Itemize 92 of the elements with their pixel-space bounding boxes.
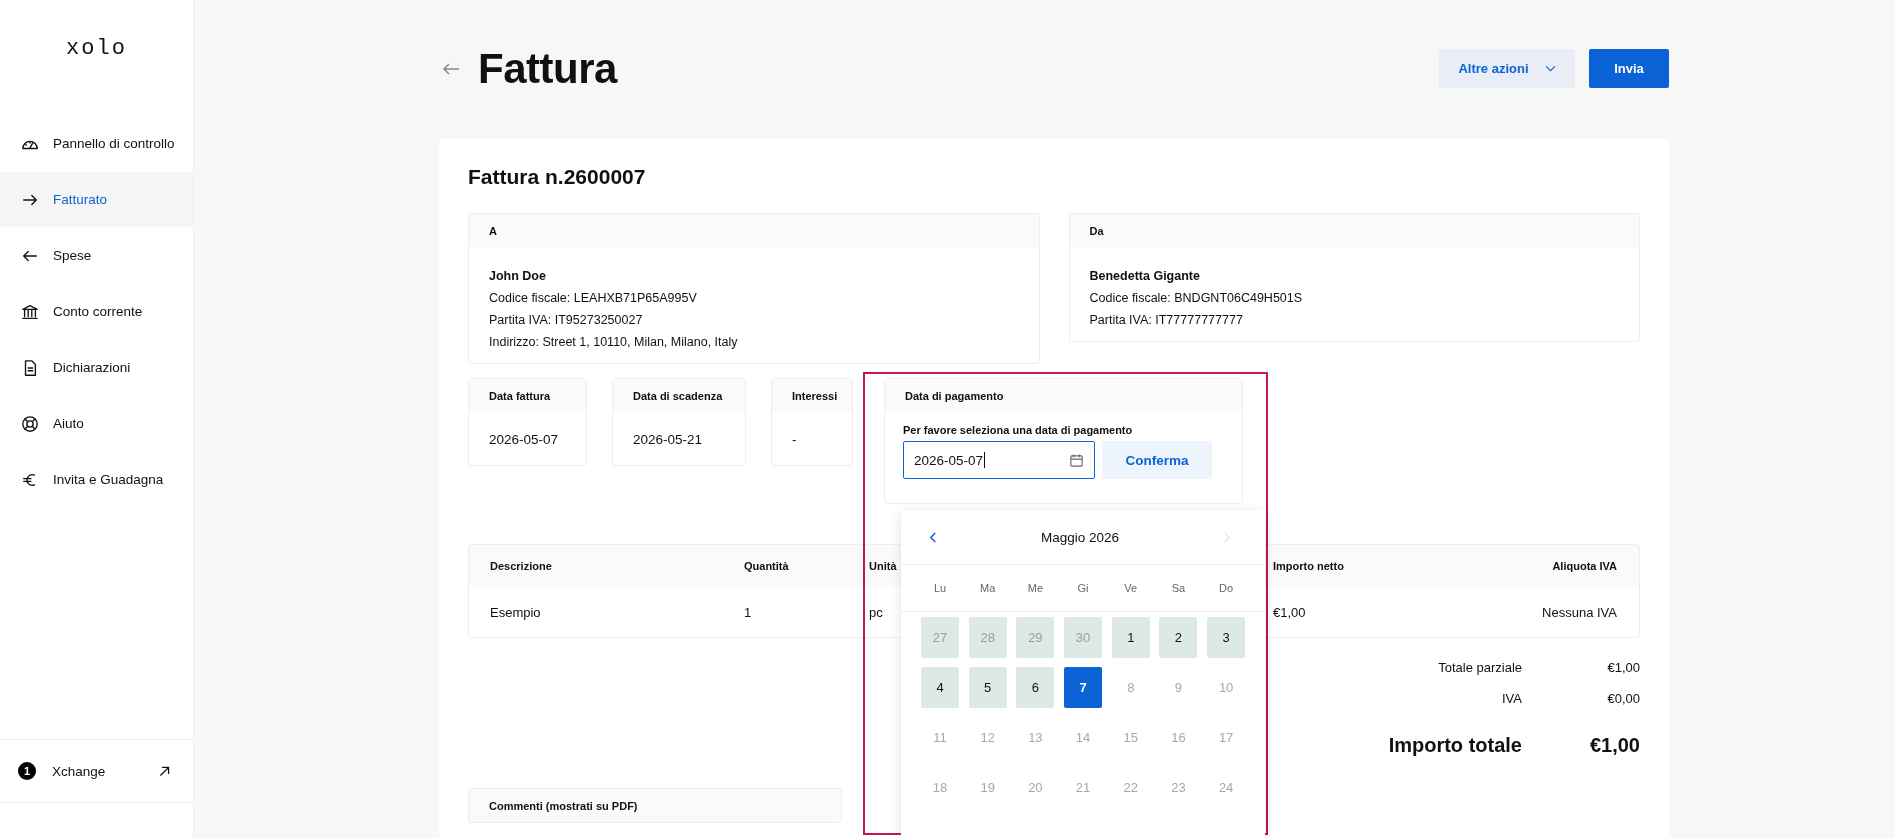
panel-heading: Data di pagamento: [885, 379, 1242, 412]
field-label: Per favore seleziona una data di pagamento: [903, 424, 1134, 436]
calendar-day[interactable]: 28: [968, 617, 1007, 658]
calendar-day[interactable]: 17: [1207, 717, 1246, 758]
party-detail: Codice fiscale: BNDGNT06C49H501S: [1089, 290, 1304, 307]
calendar-day[interactable]: 1: [1111, 617, 1150, 658]
sidebar-item[interactable]: Spese: [0, 228, 193, 283]
panel-heading: Interessi: [772, 379, 852, 412]
panel-heading: Data fattura: [469, 379, 586, 412]
send-button[interactable]: Invia: [1589, 49, 1669, 88]
total-value: €1,00: [1588, 733, 1640, 757]
calendar-day[interactable]: 15: [1111, 717, 1150, 758]
calendar-day[interactable]: 14: [1064, 717, 1103, 758]
calendar-day[interactable]: 20: [1016, 767, 1055, 808]
calendar-day[interactable]: 21: [1064, 767, 1103, 808]
xchange-link[interactable]: 1 Xchange: [0, 739, 193, 803]
more-actions-button[interactable]: Altre azioni: [1439, 49, 1575, 88]
calendar-day[interactable]: 19: [968, 767, 1007, 808]
lifebuoy-icon: [21, 414, 39, 433]
calendar-day[interactable]: 7: [1064, 667, 1103, 708]
party-detail: Partita IVA: IT77777777777: [1089, 312, 1244, 329]
sidebar-item[interactable]: Invita e Guadagna: [0, 452, 193, 507]
table-cell: Nessuna IVA: [1542, 604, 1617, 620]
calendar-day[interactable]: 27: [921, 617, 959, 658]
party-name: Benedetta Gigante: [1089, 268, 1201, 285]
page-title: Fattura: [478, 44, 617, 93]
calendar-day[interactable]: 12: [968, 717, 1007, 758]
calendar-day[interactable]: 5: [968, 667, 1007, 708]
calendar-day[interactable]: 16: [1159, 717, 1198, 758]
column-header: Aliquota IVA: [1552, 560, 1617, 572]
table-cell: €1,00: [1273, 604, 1306, 620]
calendar-day[interactable]: 23: [1159, 767, 1198, 808]
calendar-day[interactable]: 10: [1207, 667, 1246, 708]
previous-month-icon[interactable]: [929, 530, 938, 544]
calendar-day[interactable]: 18: [921, 767, 959, 808]
external-link-icon: [158, 764, 171, 778]
weekday-label: Me: [1026, 582, 1044, 594]
party-name: John Doe: [489, 268, 547, 285]
calendar-day[interactable]: 22: [1111, 767, 1150, 808]
caret-icon: [1544, 65, 1556, 72]
calendar-day[interactable]: 6: [1016, 667, 1055, 708]
logo: xolo: [65, 35, 128, 63]
count-badge: 1: [18, 762, 36, 780]
calendar-day[interactable]: 24: [1207, 767, 1246, 808]
sidebar-item[interactable]: Pannello di controllo: [0, 116, 193, 171]
party-detail: Codice fiscale: LEAHXB71P65A995V: [489, 290, 698, 307]
sidebar-item[interactable]: Fatturato: [0, 172, 193, 227]
calendar-day[interactable]: 8: [1111, 667, 1150, 708]
weekday-label: Gi: [1076, 582, 1090, 594]
total-label: IVA: [1502, 691, 1522, 706]
weekday-label: Ve: [1123, 582, 1139, 594]
calendar-day[interactable]: 3: [1207, 617, 1246, 658]
column-header: Descrizione: [490, 560, 552, 572]
calendar-day[interactable]: 30: [1064, 617, 1103, 658]
sidebar-item[interactable]: Conto corrente: [0, 284, 193, 339]
panel-heading: Data di scadenza: [613, 379, 745, 412]
weekday-label: Lu: [932, 582, 948, 594]
table-cell: Esempio: [490, 604, 541, 620]
date-input-field[interactable]: 2026-05-07: [903, 441, 1095, 479]
calendar-day[interactable]: 29: [1016, 617, 1055, 658]
column-header: Unità: [869, 560, 897, 572]
total-value: €1,00: [1606, 660, 1640, 675]
date-value: -: [791, 431, 798, 449]
total-value: €0,00: [1606, 691, 1640, 706]
panel-heading: A: [469, 214, 1039, 247]
panel-heading: Da: [1069, 214, 1639, 247]
weekday-label: Do: [1218, 582, 1235, 594]
column-header: Importo netto: [1273, 560, 1344, 572]
table-cell: pc: [869, 604, 883, 620]
weekday-label: Ma: [979, 582, 997, 594]
column-header: Quantità: [744, 560, 789, 572]
invoice-title: Fattura n.2600007: [468, 165, 647, 189]
confirm-button[interactable]: Conferma: [1102, 441, 1212, 479]
panel-heading: Commenti (mostrati su PDF): [469, 789, 841, 822]
party-detail: Partita IVA: IT95273250027: [489, 312, 644, 329]
calendar-icon[interactable]: [1069, 452, 1084, 468]
total-label: Totale parziale: [1438, 660, 1522, 675]
date-value: 2026-05-07: [488, 431, 560, 449]
date-value: 2026-05-21: [632, 431, 704, 449]
calendar-day[interactable]: 11: [921, 717, 959, 758]
bank-icon: [21, 302, 39, 321]
month-label: Maggio 2026: [1040, 529, 1120, 545]
calendar-day[interactable]: 2: [1159, 617, 1198, 658]
total-label: Importo totale: [1388, 733, 1522, 757]
party-detail: Indirizzo: Street 1, 10110, Milan, Milano, Italy: [489, 334, 739, 351]
calendar-day[interactable]: 4: [921, 667, 959, 708]
weekday-label: Sa: [1170, 582, 1187, 594]
sidebar-item[interactable]: Aiuto: [0, 396, 193, 451]
calendar-day[interactable]: 13: [1016, 717, 1055, 758]
sidebar-item[interactable]: Dichiarazioni: [0, 340, 193, 395]
table-cell: 1: [744, 604, 752, 620]
calendar-day[interactable]: 9: [1159, 667, 1198, 708]
